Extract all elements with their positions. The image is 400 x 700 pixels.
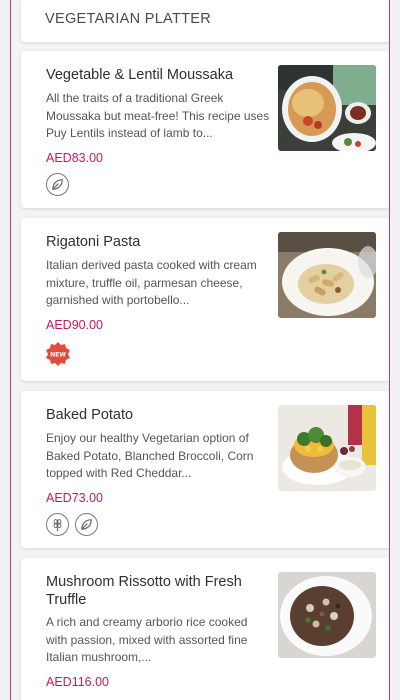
menu-item-card[interactable]: Vegetable & Lentil Moussaka All the trai… xyxy=(21,51,389,208)
item-name: Rigatoni Pasta xyxy=(46,234,141,250)
item-price: AED90.00 xyxy=(46,318,103,332)
item-image[interactable] xyxy=(278,65,376,151)
item-name: Vegetable & Lentil Moussaka xyxy=(46,67,234,83)
section-title: VEGETARIAN PLATTER xyxy=(45,11,212,27)
new-badge-label: NEW xyxy=(50,352,66,359)
item-image[interactable] xyxy=(278,572,376,658)
item-price: AED83.00 xyxy=(46,151,103,165)
wheat-icon xyxy=(46,513,69,536)
item-price: AED116.00 xyxy=(46,675,110,689)
item-description: Italian derived pasta cooked with cream … xyxy=(46,258,257,307)
menu-frame: VEGETARIAN PLATTER Vegetable & Lentil Mo… xyxy=(10,0,390,700)
menu-item-card[interactable]: Rigatoni Pasta Italian derived pasta coo… xyxy=(21,218,389,381)
item-price: AED73.00 xyxy=(46,491,103,505)
vegan-leaf-icon xyxy=(46,173,69,196)
item-name: Mushroom Rissotto with Fresh Truffle xyxy=(46,574,242,608)
new-badge-icon: NEW xyxy=(45,341,71,367)
menu-item-card[interactable]: Mushroom Rissotto with Fresh Truffle A r… xyxy=(21,558,389,700)
menu-item-card[interactable]: Baked Potato Enjoy our healthy Vegetaria… xyxy=(21,391,389,548)
item-image[interactable] xyxy=(278,405,376,491)
vegan-leaf-icon xyxy=(75,513,98,536)
item-image[interactable] xyxy=(278,232,376,318)
item-description: All the traits of a traditional Greek Mo… xyxy=(46,91,270,140)
item-description: Enjoy our healthy Vegetarian option of B… xyxy=(46,431,254,480)
item-name: Baked Potato xyxy=(46,407,134,423)
section-header[interactable]: VEGETARIAN PLATTER xyxy=(21,0,389,42)
item-description: A rich and creamy arborio rice cooked wi… xyxy=(46,615,248,664)
